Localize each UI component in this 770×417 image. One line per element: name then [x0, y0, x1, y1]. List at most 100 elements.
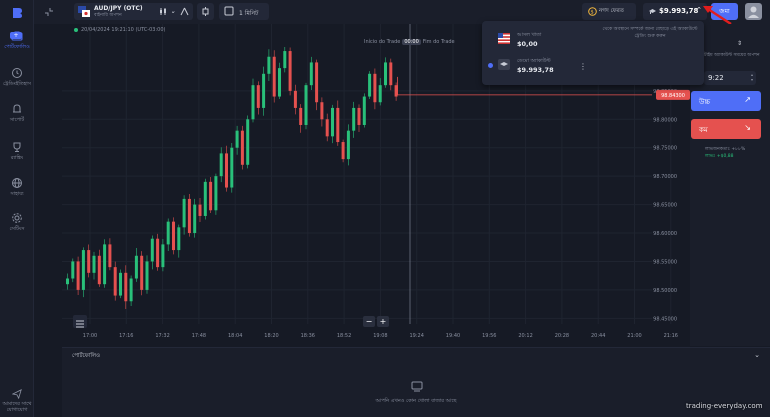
cashback-button[interactable]: $ নগদ ফেরত	[582, 3, 636, 20]
sidebar-item-label: ট্রেডিংইতিহাস	[2, 81, 31, 87]
sidebar-item-label: সেটিংস	[9, 226, 25, 232]
sidebar-item-ranking[interactable]: র‍্যাঙ্কিং	[0, 141, 34, 163]
candle-body	[357, 107, 361, 125]
empty-portfolio-icon	[411, 381, 423, 392]
time-tick-label: 19:08	[373, 333, 387, 339]
cashback-label: নগদ ফেরত	[599, 8, 624, 14]
account-balance: $9.993,78	[517, 66, 554, 74]
trade-start-label: Início do Trade	[364, 39, 401, 45]
candle-body	[331, 107, 334, 137]
time-tick-label: 18:36	[301, 333, 315, 339]
price-tick-label: 98.55000	[653, 259, 677, 265]
sidebar-item-history[interactable]: ট্রেডিংইতিহাস	[0, 67, 34, 89]
timeframe-icon	[224, 6, 234, 16]
account-selector[interactable]: $9.993,78 ⌃	[643, 3, 707, 20]
candle-body	[193, 204, 197, 234]
trade-window-labels: Início do Trade 00:00 Fim do Trade	[364, 39, 455, 45]
drawing-tools-button[interactable]	[176, 3, 193, 20]
candle-body	[235, 130, 239, 148]
sidebar-item-support[interactable]: সাপোর্ট	[0, 103, 34, 125]
candle-body	[278, 68, 281, 97]
candle-body	[97, 255, 101, 285]
time-tick-label: 19:40	[446, 333, 460, 339]
profile-avatar[interactable]	[745, 3, 762, 20]
price-tick-label: 98.75000	[653, 146, 677, 152]
chart-settings-button[interactable]	[73, 315, 87, 328]
sidebar-item-help[interactable]: সাহায্য	[0, 177, 34, 199]
price-tick-label: 98.70000	[653, 174, 677, 180]
account-dropdown: আসল খাতা $0,00 ডেমো অ্যাকাউন্ট $9.993,78…	[482, 21, 704, 85]
time-stepper[interactable]: ▴ ▾	[751, 72, 753, 82]
candle-body	[394, 85, 398, 97]
add-chart-button[interactable]: +	[10, 32, 22, 39]
sidebar-item-settings[interactable]: সেটিংস	[0, 212, 34, 234]
candle-body	[182, 198, 186, 228]
candle-body	[368, 73, 372, 97]
chart-type-button[interactable]	[197, 3, 214, 20]
expiry-time-field[interactable]: 9:22 ▴ ▾	[704, 71, 756, 85]
account-balance: $0,00	[517, 40, 538, 48]
candle-body	[140, 255, 144, 290]
candle-body	[108, 244, 112, 268]
chevron-down-icon[interactable]: ⌄	[754, 351, 760, 359]
current-price-label: 98.84300	[661, 93, 685, 99]
bell-icon	[13, 104, 21, 113]
candle-body	[134, 255, 138, 279]
zoom-in-button[interactable]: +	[377, 316, 389, 327]
time-tick-label: 20:12	[518, 333, 532, 339]
candle-body	[288, 51, 292, 91]
candle-body	[71, 261, 75, 279]
candle-body	[177, 227, 181, 251]
zoom-out-button[interactable]: −	[363, 316, 375, 327]
account-name: ডেমো অ্যাকাউন্ট	[517, 58, 551, 64]
time-tick-label: 18:04	[228, 333, 242, 339]
candle-body	[166, 221, 170, 245]
asset-type: বাইনারি অপশন	[94, 13, 122, 18]
candle-body	[129, 278, 133, 302]
candle-body	[209, 181, 213, 211]
candle-type-icon	[202, 7, 209, 16]
time-tick-label: 21:00	[627, 333, 641, 339]
candle-body	[150, 238, 154, 262]
candle-body	[256, 85, 260, 108]
candle-body	[92, 255, 96, 273]
us-flag-icon	[498, 33, 510, 44]
svg-text:$: $	[591, 10, 594, 16]
candle-body	[315, 62, 319, 103]
up-button[interactable]: উচ্চ ↗	[691, 91, 761, 111]
brand-logo[interactable]	[10, 6, 24, 20]
candle-body	[87, 250, 91, 273]
candle-body	[309, 62, 313, 86]
candle-body	[81, 250, 85, 290]
payout-info: লাভজনকতাঃ +৮৮% লাভঃ +$0,88	[705, 146, 745, 160]
down-button[interactable]: কম ↘	[691, 119, 761, 139]
candle-body	[325, 119, 329, 137]
watermark: trading-everyday.com	[686, 402, 763, 410]
candle-body	[384, 62, 387, 86]
more-options-icon[interactable]: ⋮	[579, 62, 587, 71]
payout-percent: লাভজনকতাঃ +৮৮%	[705, 147, 746, 152]
price-tick-label: 98.65000	[653, 203, 677, 209]
amount-stepper[interactable]: ⇕	[737, 40, 742, 47]
timeframe-selector[interactable]: 1 মিনিট	[219, 3, 269, 20]
account-option-real[interactable]: আসল খাতা $0,00	[488, 29, 588, 51]
candle-body	[172, 221, 175, 251]
account-name: আসল খাতা	[517, 32, 542, 38]
cashback-icon: $	[588, 7, 597, 16]
candle-body	[156, 238, 160, 268]
candle-body	[113, 267, 117, 296]
account-note: থেকে অবস্থানে সম্পর্কে জানা বেছাড়ে এই অ…	[602, 27, 698, 39]
trade-timer: 00:00	[402, 39, 421, 45]
portfolio-panel: পোর্টফোলিও ⌄ আপনি এখনও কোন খোলা বাজার আছ…	[62, 347, 770, 417]
sliders-icon	[76, 320, 84, 328]
price-tick-label: 98.50000	[653, 288, 677, 294]
time-tick-label: 20:44	[591, 333, 605, 339]
candle-body	[267, 56, 271, 74]
account-option-demo[interactable]: ডেমো অ্যাকাউন্ট $9.993,78	[488, 55, 588, 77]
candle-body	[336, 107, 340, 143]
globe-icon	[12, 178, 22, 188]
sidebar-item-contact[interactable]: আমাদের সাথে যোগাযোগ	[0, 389, 34, 413]
time-tick-label: 17:32	[155, 333, 169, 339]
collapse-icon[interactable]	[44, 7, 54, 17]
indicators-button[interactable]	[155, 3, 172, 20]
